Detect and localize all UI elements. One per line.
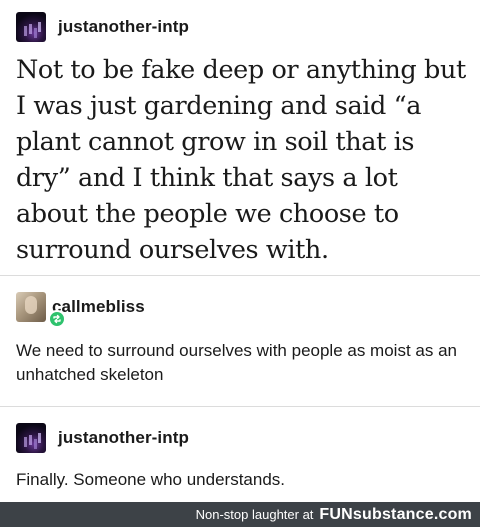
post-text: Finally. Someone who understands. bbox=[16, 470, 286, 489]
post-header: callmebliss bbox=[16, 292, 145, 328]
post-original: justanother-intp Not to be fake deep or … bbox=[0, 0, 480, 275]
post-header: justanother-intp bbox=[16, 12, 189, 42]
username[interactable]: justanother-intp bbox=[58, 17, 189, 37]
username[interactable]: callmebliss bbox=[52, 297, 145, 317]
footer-tagline: Non-stop laughter at bbox=[195, 507, 314, 522]
avatar[interactable] bbox=[16, 12, 46, 42]
avatar[interactable] bbox=[16, 292, 46, 322]
post-reblog: callmebliss We need to surround ourselve… bbox=[0, 276, 480, 406]
username[interactable]: justanother-intp bbox=[58, 428, 189, 448]
avatar[interactable] bbox=[16, 423, 46, 453]
footer-logo[interactable]: FUNsubstance.com bbox=[319, 506, 472, 524]
post-text: Not to be fake deep or anything but I wa… bbox=[16, 55, 466, 265]
post-header: justanother-intp bbox=[16, 423, 189, 453]
watermark-footer: Non-stop laughter at FUNsubstance.com bbox=[0, 502, 480, 527]
post-text: We need to surround ourselves with peopl… bbox=[16, 341, 457, 384]
reblog-icon bbox=[48, 310, 66, 328]
post-reply: justanother-intp Finally. Someone who un… bbox=[0, 407, 480, 502]
